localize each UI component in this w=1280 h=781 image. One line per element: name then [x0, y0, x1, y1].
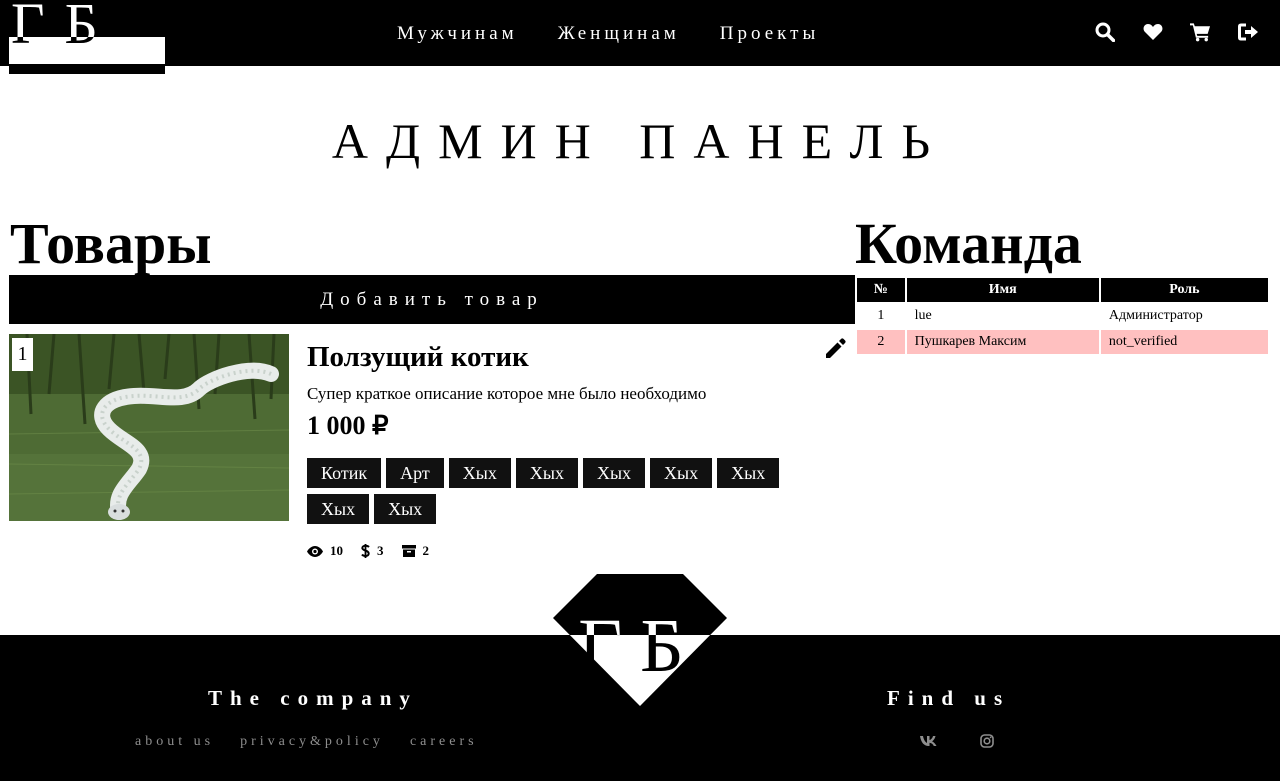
product-name: Ползущий котик: [307, 341, 529, 373]
find-us-heading: Find us: [887, 686, 1011, 710]
product-tag[interactable]: Арт: [386, 458, 444, 488]
page-title: АДМИН ПАНЕЛЬ: [331, 113, 949, 169]
team-heading: Команда: [855, 211, 1082, 276]
search-icon[interactable]: [1094, 20, 1115, 44]
cell-num: 1: [877, 308, 885, 323]
table-header-row: № Имя Роль: [857, 278, 1268, 302]
cell-num: 2: [857, 330, 905, 354]
views-stat: 10: [307, 543, 343, 559]
eye-icon: [307, 545, 323, 557]
product-price: 1 000 ₽: [307, 411, 389, 440]
social-links: [920, 732, 996, 750]
company-heading: The company: [208, 686, 418, 710]
logo-text: ГБ: [11, 0, 118, 56]
product-tag[interactable]: Хых: [374, 494, 437, 524]
column-header-num: №: [857, 278, 905, 302]
cell-name: lue: [914, 308, 932, 323]
product-tag[interactable]: Хых: [717, 458, 780, 488]
add-product-button[interactable]: Добавить товар: [9, 275, 855, 324]
stock-count: 2: [422, 543, 430, 558]
product-tag[interactable]: Хых: [307, 494, 370, 524]
dollar-icon: [361, 544, 370, 558]
cell-name: Пушкарев Максим: [906, 330, 1099, 354]
vk-icon[interactable]: [920, 732, 938, 750]
footer-link-careers[interactable]: careers: [410, 733, 478, 751]
product-tag[interactable]: Хых: [582, 458, 646, 488]
nav-item-women[interactable]: Женщинам: [558, 22, 680, 46]
sales-count: 3: [377, 543, 384, 558]
product-tag[interactable]: Хых: [515, 458, 578, 488]
heart-icon[interactable]: [1142, 20, 1163, 44]
footer-link-about[interactable]: about us: [135, 733, 214, 751]
column-header-role: Роль: [1100, 278, 1268, 302]
product-tags: Котик Арт Хых Хых Хых Хых Хых Хых Хых: [307, 458, 797, 524]
instagram-icon[interactable]: [978, 732, 996, 750]
footer-logo[interactable]: ГБ ГБ: [553, 574, 727, 706]
product-tag[interactable]: Котик: [307, 458, 382, 488]
header: Мужчинам Женщинам Проекты: [0, 0, 1280, 66]
header-actions: [1094, 20, 1259, 44]
site-logo[interactable]: ГБ: [9, 0, 165, 74]
archive-icon: [401, 545, 416, 557]
table-row[interactable]: 2 Пушкарев Максим not_verified: [857, 330, 1268, 354]
main-nav: Мужчинам Женщинам Проекты: [397, 22, 819, 46]
nav-item-men[interactable]: Мужчинам: [397, 22, 518, 46]
cell-role: Администратор: [1108, 308, 1203, 323]
product-index: 1: [12, 338, 33, 371]
views-count: 10: [330, 543, 343, 558]
products-heading: Товары: [10, 211, 212, 276]
product-tag[interactable]: Хых: [650, 458, 713, 488]
logout-icon[interactable]: [1238, 20, 1259, 44]
stock-stat: 2: [401, 543, 430, 559]
product-image[interactable]: [9, 334, 289, 521]
footer-link-privacy[interactable]: privacy&policy: [240, 733, 384, 751]
cell-role: not_verified: [1100, 330, 1268, 354]
cart-icon[interactable]: [1190, 20, 1211, 44]
product-stats: 10 3 2: [307, 543, 429, 559]
footer-links: about us privacy&policy careers: [135, 733, 478, 751]
product-description: Супер краткое описание которое мне было …: [307, 384, 707, 403]
column-header-name: Имя: [906, 278, 1099, 302]
sales-stat: 3: [361, 543, 384, 559]
nav-item-projects[interactable]: Проекты: [720, 22, 819, 46]
team-table: № Имя Роль 1 lue Администратор 2 Пушкаре…: [855, 276, 1270, 356]
product-tag[interactable]: Хых: [448, 458, 511, 488]
table-row[interactable]: 1 lue Администратор: [857, 304, 1268, 328]
edit-icon[interactable]: [824, 338, 846, 360]
